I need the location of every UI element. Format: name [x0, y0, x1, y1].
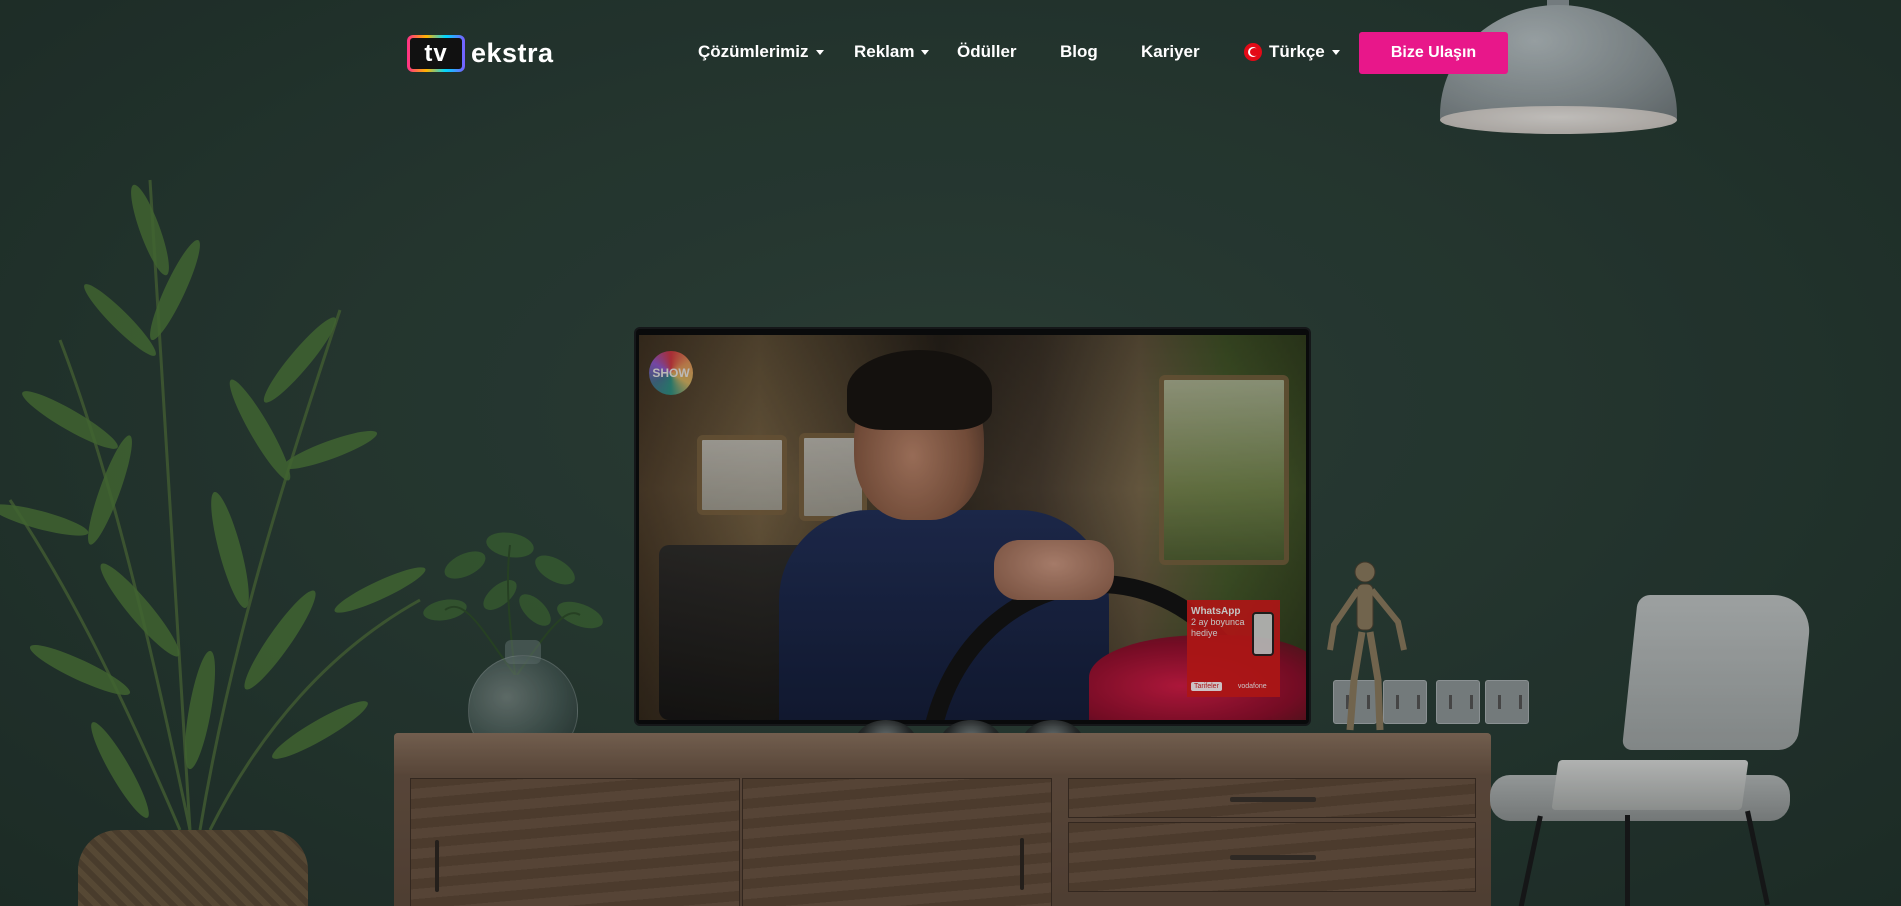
logo-wordmark: ekstra	[471, 38, 554, 68]
turkey-flag-icon	[1244, 43, 1262, 61]
ad-footer: Tarifeler vodafone	[1191, 682, 1267, 691]
caret-down-icon	[921, 49, 930, 55]
van-window	[697, 435, 787, 515]
channel-logo: SHOW	[649, 351, 693, 395]
chair-leg	[1625, 815, 1630, 906]
caret-down-icon	[815, 49, 824, 55]
lamp-rim	[1440, 106, 1677, 134]
caret-down-icon	[1331, 49, 1340, 55]
person-hair	[847, 350, 992, 430]
hero-scene: SHOW WhatsApp 2 ay boyunca hediye Tarife…	[0, 0, 1901, 906]
ad-brand: vodafone	[1237, 683, 1267, 690]
hand	[994, 540, 1114, 600]
chair-back	[1621, 595, 1814, 750]
chair-leg	[1518, 815, 1543, 906]
drawer-handle	[1230, 797, 1316, 802]
stack-of-books	[1551, 760, 1749, 810]
nav-label: Blog	[1060, 42, 1098, 61]
nav-item-oduller[interactable]: Ödüller	[957, 42, 1017, 62]
logo-tv-text: tv	[424, 39, 448, 67]
language-label: Türkçe	[1269, 42, 1325, 61]
phone-icon	[1252, 612, 1274, 656]
nav-label: Reklam	[854, 42, 915, 61]
brand-logo[interactable]: tv ekstra	[407, 35, 554, 72]
palm-plant-illustration	[0, 179, 426, 831]
chair-leg	[1745, 810, 1770, 906]
cabinet-top	[394, 733, 1491, 775]
ad-badge: Tarifeler	[1191, 682, 1222, 691]
cabinet-handle	[435, 840, 439, 892]
van-window	[1159, 375, 1289, 565]
wall-outlet	[1436, 680, 1480, 724]
cabinet-handle	[1020, 838, 1024, 890]
wall-outlet	[1485, 680, 1529, 724]
nav-item-reklam[interactable]: Reklam	[854, 42, 930, 62]
nav-item-blog[interactable]: Blog	[1060, 42, 1098, 62]
nav-label: Ödüller	[957, 42, 1017, 61]
nav-item-cozumlerimiz[interactable]: Çözümlerimiz	[698, 42, 824, 62]
woven-plant-basket	[78, 830, 308, 906]
television: SHOW WhatsApp 2 ay boyunca hediye Tarife…	[636, 329, 1309, 724]
cabinet-door	[410, 778, 740, 906]
wooden-mannequin-figure	[1327, 561, 1407, 746]
contact-us-button[interactable]: Bize Ulaşın	[1359, 32, 1508, 74]
nav-item-kariyer[interactable]: Kariyer	[1141, 42, 1200, 62]
overlay-ad-banner: WhatsApp 2 ay boyunca hediye Tarifeler v…	[1187, 600, 1280, 697]
top-navbar: tv ekstra Çözümlerimiz Reklam Ödüller Bl…	[0, 0, 1901, 106]
cabinet-door	[742, 778, 1052, 906]
nav-label: Kariyer	[1141, 42, 1200, 61]
tv-screen: SHOW WhatsApp 2 ay boyunca hediye Tarife…	[639, 335, 1306, 720]
language-selector[interactable]: Türkçe	[1244, 42, 1340, 62]
drawer-handle	[1230, 855, 1316, 860]
logo-tv-icon: tv	[407, 35, 465, 72]
nav-label: Çözümlerimiz	[698, 42, 809, 61]
